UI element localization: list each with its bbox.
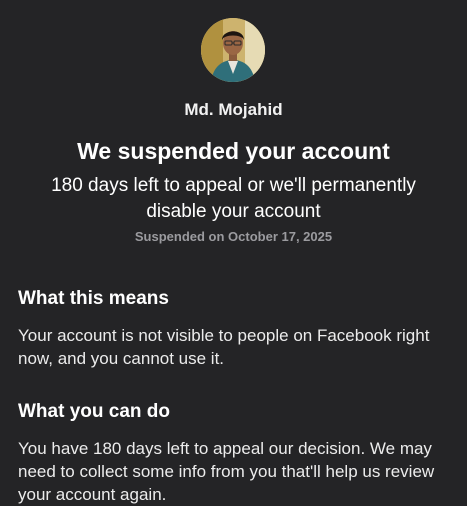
- suspension-date: Suspended on October 17, 2025: [134, 229, 333, 244]
- avatar: [201, 18, 265, 82]
- suspension-title: We suspended your account: [77, 138, 390, 164]
- profile-photo: [201, 18, 265, 82]
- what-you-can-do-heading: What you can do: [18, 401, 170, 422]
- appeal-deadline-text: 180 days left to appeal or we'll permane…: [51, 175, 416, 222]
- what-you-can-do-body: You have 180 days left to appeal our dec…: [18, 439, 435, 504]
- what-this-means-body: Your account is not visible to people on…: [18, 326, 430, 368]
- what-this-means-heading: What this means: [18, 288, 169, 309]
- profile-name: Md. Mojahid: [184, 100, 283, 119]
